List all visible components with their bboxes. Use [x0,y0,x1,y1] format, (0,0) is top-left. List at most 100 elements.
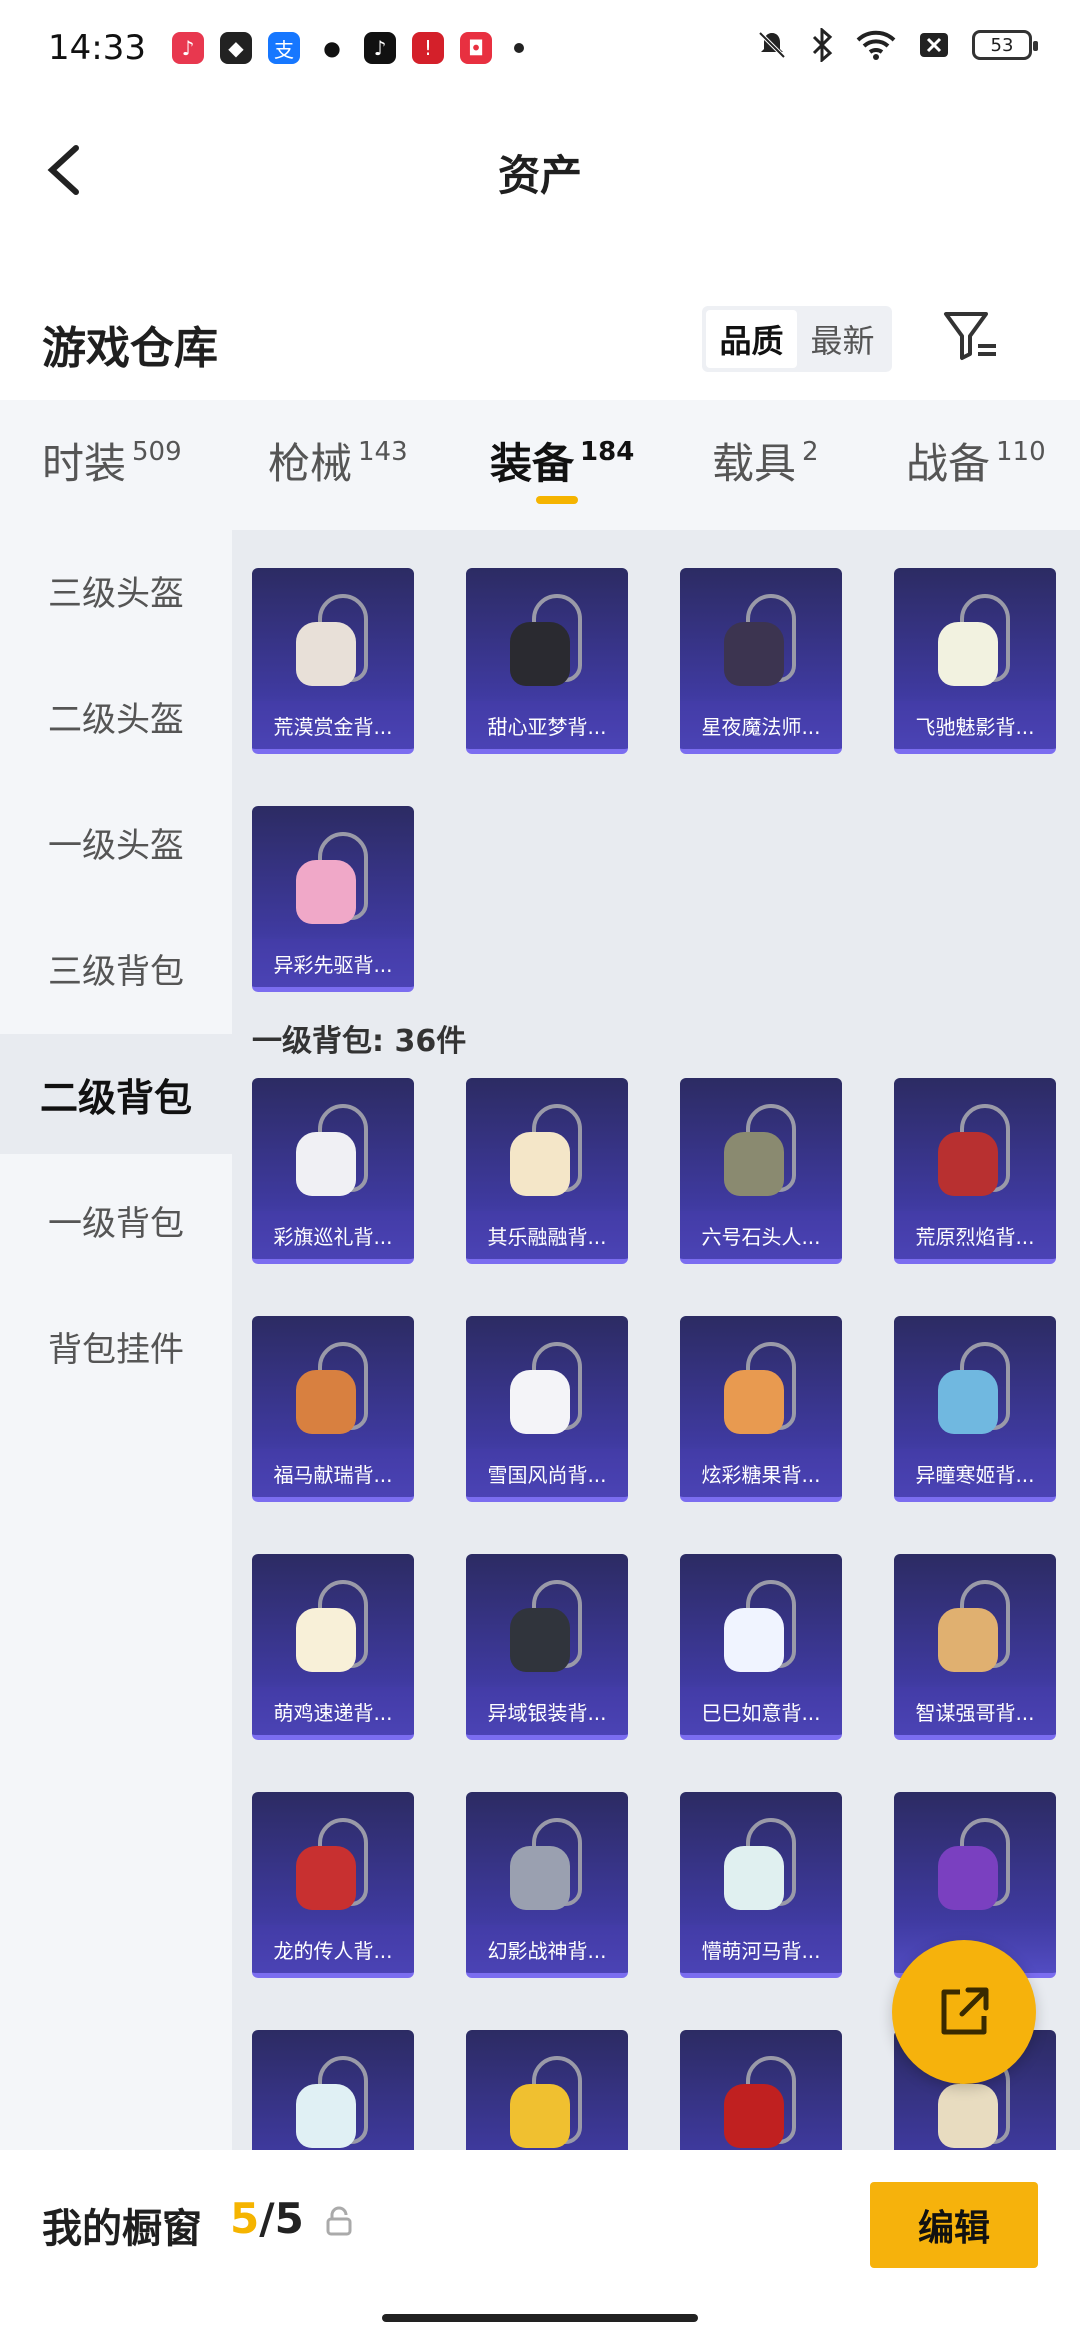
alipay-icon: 支 [267,32,300,64]
backpack-icon [934,1580,1014,1680]
wifi-icon [856,30,896,60]
backpack-item[interactable]: 萌鸡速递背... [252,1554,414,1740]
edit-button[interactable]: 编辑 [870,2182,1038,2268]
sidebar-item-level3-helmet[interactable]: 三级头盔 [0,530,232,650]
backpack-item[interactable]: 幻影战神背... [466,1792,628,1978]
item-name: 星夜魔法师... [680,701,842,749]
tab-supplies[interactable]: 战备 110 [906,430,1046,491]
tab-count: 2 [802,437,819,467]
backpack-icon [506,1818,586,1918]
item-name: 懵萌河马背... [680,1925,842,1973]
backpack-icon [720,1818,800,1918]
backpack-item[interactable] [466,2030,628,2150]
item-name: 彩旗巡礼背... [252,1211,414,1259]
backpack-item[interactable]: 六号石头人... [680,1078,842,1264]
category-tabs: 时装 509 枪械 143 装备 184 载具 2 战备 110 [0,400,1080,530]
sidebar-item-level1-helmet[interactable]: 一级头盔 [0,782,232,902]
share-button[interactable] [892,1940,1036,2084]
backpack-item[interactable]: 彩旗巡礼背... [252,1078,414,1264]
lock-icon [326,2206,352,2236]
backpack-icon [292,1580,372,1680]
backpack-item[interactable]: 甜心亚梦背... [466,568,628,754]
backpack-item[interactable]: 炫彩糖果背... [680,1316,842,1502]
backpack-item[interactable]: 懵萌河马背... [680,1792,842,1978]
tab-label: 装备 [490,439,575,488]
backpack-item[interactable]: 异彩先驱背... [252,806,414,992]
sidebar-item-level3-backpack[interactable]: 三级背包 [0,908,232,1028]
showcase-current: 5 [230,2194,260,2243]
backpack-icon [292,1342,372,1442]
external-link-icon [941,1987,989,2035]
sort-quality-option[interactable]: 品质 [706,310,797,368]
backpack-item[interactable]: 星夜魔法师... [680,568,842,754]
sort-newest-option[interactable]: 最新 [797,310,888,368]
backpack-item[interactable]: 荒漠赏金背... [252,568,414,754]
item-name: 龙的传人背... [252,1925,414,1973]
battery-level: 53 [990,34,1014,56]
tab-label: 战备 [906,439,991,488]
notification-icons: ♪ ◆ 支 ● ♪ ! ◘ [171,32,524,64]
active-tab-indicator [536,496,578,504]
item-name: 飞驰魅影背... [894,701,1056,749]
backpack-icon [506,1104,586,1204]
tab-firearms[interactable]: 枪械 143 [268,430,408,491]
item-name: 幻影战神背... [466,1925,628,1973]
bluetooth-icon [812,28,833,62]
backpack-icon [292,832,372,932]
section-heading: 一级背包: 36件 [252,1024,467,1059]
red-app-icon: ! [411,32,444,64]
status-bar: 14:33 ♪ ◆ 支 ● ♪ ! ◘ 53 [0,0,1080,96]
item-grid: 荒漠赏金背... 甜心亚梦背... 星夜魔法师... 飞驰魅影背... 异彩先驱背...… [232,530,1080,2150]
system-status-icons: 53 [756,28,1038,62]
music-icon: ♪ [171,32,204,64]
filter-icon[interactable] [940,306,1000,366]
showcase-total: 5 [274,2194,304,2243]
backpack-item[interactable]: 雪国风尚背... [466,1316,628,1502]
item-name: 甜心亚梦背... [466,701,628,749]
backpack-icon [292,2056,372,2150]
mute-icon [758,31,786,59]
item-name: 炫彩糖果背... [680,1449,842,1497]
backpack-item[interactable]: 智谋强哥背... [894,1554,1056,1740]
showcase-count: 5/5 [230,2194,304,2243]
tab-label: 载具 [712,439,797,488]
tab-equipment[interactable]: 装备 184 [490,430,634,491]
battery-icon: 53 [972,30,1038,60]
sidebar-item-backpack-charm[interactable]: 背包挂件 [0,1286,232,1406]
item-name: 异瞳寒姬背... [894,1449,1056,1497]
backpack-item[interactable]: 异瞳寒姬背... [894,1316,1056,1502]
item-name: 异彩先驱背... [252,939,414,987]
item-name: 福马献瑞背... [252,1449,414,1497]
backpack-icon [720,1580,800,1680]
sidebar-item-level2-helmet[interactable]: 二级头盔 [0,656,232,776]
item-name: 智谋强哥背... [894,1687,1056,1735]
tab-vehicles[interactable]: 载具 2 [712,430,819,491]
item-name: 荒漠赏金背... [252,701,414,749]
backpack-icon [506,1342,586,1442]
home-indicator[interactable] [382,2314,698,2322]
tab-fashion[interactable]: 时装 509 [42,430,182,491]
tiktok-icon: ♪ [363,32,396,64]
backpack-item[interactable]: 福马献瑞背... [252,1316,414,1502]
backpack-item[interactable]: 异域银装背... [466,1554,628,1740]
backpack-item[interactable] [252,2030,414,2150]
backpack-icon [292,1104,372,1204]
backpack-item[interactable] [680,2030,842,2150]
item-name: 巳巳如意背... [680,1687,842,1735]
backpack-item[interactable]: 其乐融融背... [466,1078,628,1264]
tab-count: 509 [132,437,182,467]
sidebar-item-level2-backpack[interactable]: 二级背包 [0,1034,232,1154]
backpack-item[interactable]: 龙的传人背... [252,1792,414,1978]
sort-toggle: 品质 最新 [702,306,892,372]
warehouse-title: 游戏仓库 [42,323,218,374]
tab-count: 110 [996,437,1046,467]
close-box-icon [920,33,948,57]
backpack-item[interactable]: 飞驰魅影背... [894,568,1056,754]
backpack-item[interactable]: 巳巳如意背... [680,1554,842,1740]
tab-label: 时装 [42,439,127,488]
subcategory-sidebar: 三级头盔 二级头盔 一级头盔 三级背包 二级背包 一级背包 背包挂件 [0,530,232,2150]
backpack-item[interactable]: 荒原烈焰背... [894,1078,1056,1264]
backpack-icon [720,2056,800,2150]
backpack-icon [720,1342,800,1442]
sidebar-item-level1-backpack[interactable]: 一级背包 [0,1160,232,1280]
